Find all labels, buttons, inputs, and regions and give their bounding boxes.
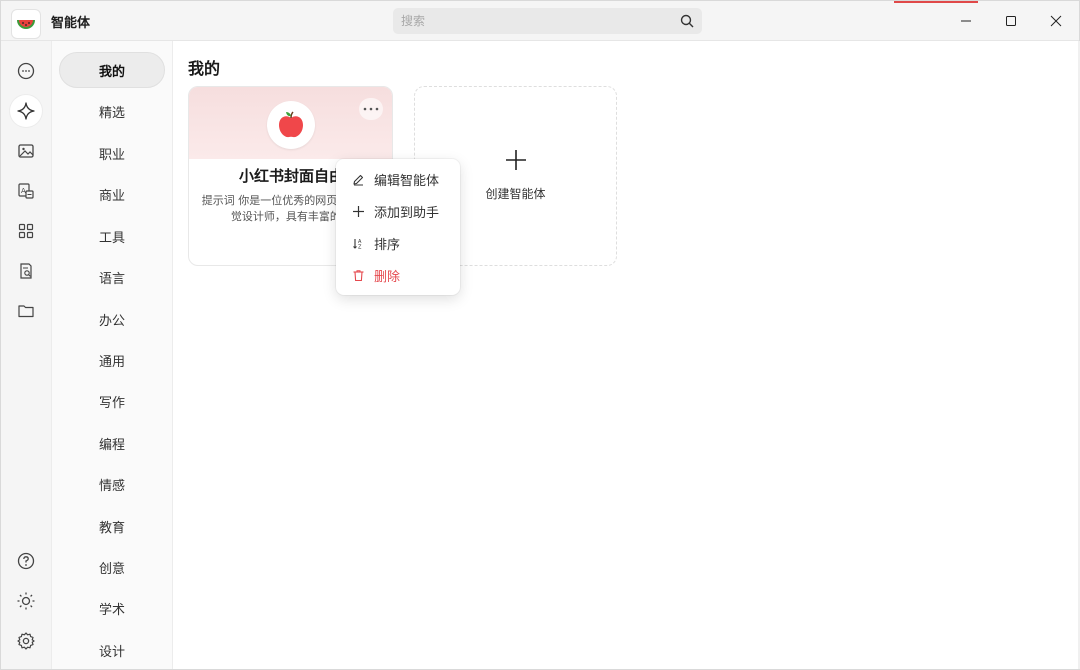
category-sidebar: 我的 精选 职业 商业 工具 语言 办公 通用 写作 编程 情感 教育 创意 学… xyxy=(52,41,173,669)
menu-item-add-to-assistant[interactable]: 添加到助手 xyxy=(336,196,460,226)
category-item-language[interactable]: 语言 xyxy=(59,259,165,295)
category-item-programming[interactable]: 编程 xyxy=(59,425,165,461)
category-item-academic[interactable]: 学术 xyxy=(59,590,165,626)
menu-item-label: 编辑智能体 xyxy=(374,173,440,189)
menu-item-label: 添加到助手 xyxy=(374,205,440,221)
watermelon-icon xyxy=(11,9,41,39)
category-item-design[interactable]: 设计 xyxy=(59,632,165,668)
image-icon[interactable] xyxy=(10,135,42,167)
close-button[interactable] xyxy=(1033,1,1079,41)
maximize-icon xyxy=(1006,16,1016,26)
translate-icon[interactable]: A xyxy=(10,175,42,207)
apps-grid-icon[interactable] xyxy=(10,215,42,247)
section-title: 我的 xyxy=(188,59,221,78)
category-item-mine[interactable]: 我的 xyxy=(59,52,165,88)
app-window: 智能体 A xyxy=(0,0,1080,670)
main-content: 我的 小红书封面自由 提示词 你是一位优秀的网页和营销视觉设计师，具有丰富的UI… xyxy=(173,41,1079,669)
menu-item-edit-agent[interactable]: 编辑智能体 xyxy=(336,164,460,194)
document-search-icon[interactable] xyxy=(10,255,42,287)
agent-context-menu: 编辑智能体 添加到助手 AZ 排序 删除 xyxy=(336,159,460,295)
edit-pencil-icon xyxy=(351,172,365,186)
title-bar: 智能体 xyxy=(1,1,1079,41)
category-item-career[interactable]: 职业 xyxy=(59,135,165,171)
sort-icon: AZ xyxy=(351,236,365,250)
menu-item-label: 删除 xyxy=(374,269,401,285)
search-icon[interactable] xyxy=(680,14,694,28)
sun-icon[interactable] xyxy=(10,585,42,617)
category-item-education[interactable]: 教育 xyxy=(59,508,165,544)
apple-icon xyxy=(267,101,315,149)
minimize-icon xyxy=(961,20,971,22)
folder-icon[interactable] xyxy=(10,295,42,327)
menu-item-label: 排序 xyxy=(374,237,401,253)
trash-icon xyxy=(351,268,365,282)
plus-icon xyxy=(351,204,365,218)
help-icon[interactable] xyxy=(10,545,42,577)
category-item-general[interactable]: 通用 xyxy=(59,342,165,378)
close-icon xyxy=(1050,15,1062,27)
category-item-emotion[interactable]: 情感 xyxy=(59,466,165,502)
maximize-button[interactable] xyxy=(988,1,1034,41)
category-item-featured[interactable]: 精选 xyxy=(59,93,165,129)
menu-item-delete[interactable]: 删除 xyxy=(336,260,460,290)
svg-text:A: A xyxy=(21,187,26,195)
category-item-business[interactable]: 商业 xyxy=(59,176,165,212)
sparkle-icon[interactable] xyxy=(10,95,42,127)
minimize-button[interactable] xyxy=(943,1,989,41)
category-item-office[interactable]: 办公 xyxy=(59,301,165,337)
category-item-creative[interactable]: 创意 xyxy=(59,549,165,585)
app-title: 智能体 xyxy=(51,16,91,31)
category-item-tools[interactable]: 工具 xyxy=(59,218,165,254)
chat-bubble-icon[interactable] xyxy=(10,55,42,87)
plus-icon xyxy=(504,148,528,172)
menu-item-sort[interactable]: AZ 排序 xyxy=(336,228,460,258)
icon-rail: A xyxy=(1,41,52,669)
svg-text:Z: Z xyxy=(358,244,362,250)
search-input[interactable] xyxy=(393,8,702,34)
settings-gear-icon[interactable] xyxy=(10,625,42,657)
search-box[interactable] xyxy=(393,8,702,34)
more-dots-icon[interactable] xyxy=(359,98,383,120)
category-item-writing[interactable]: 写作 xyxy=(59,383,165,419)
